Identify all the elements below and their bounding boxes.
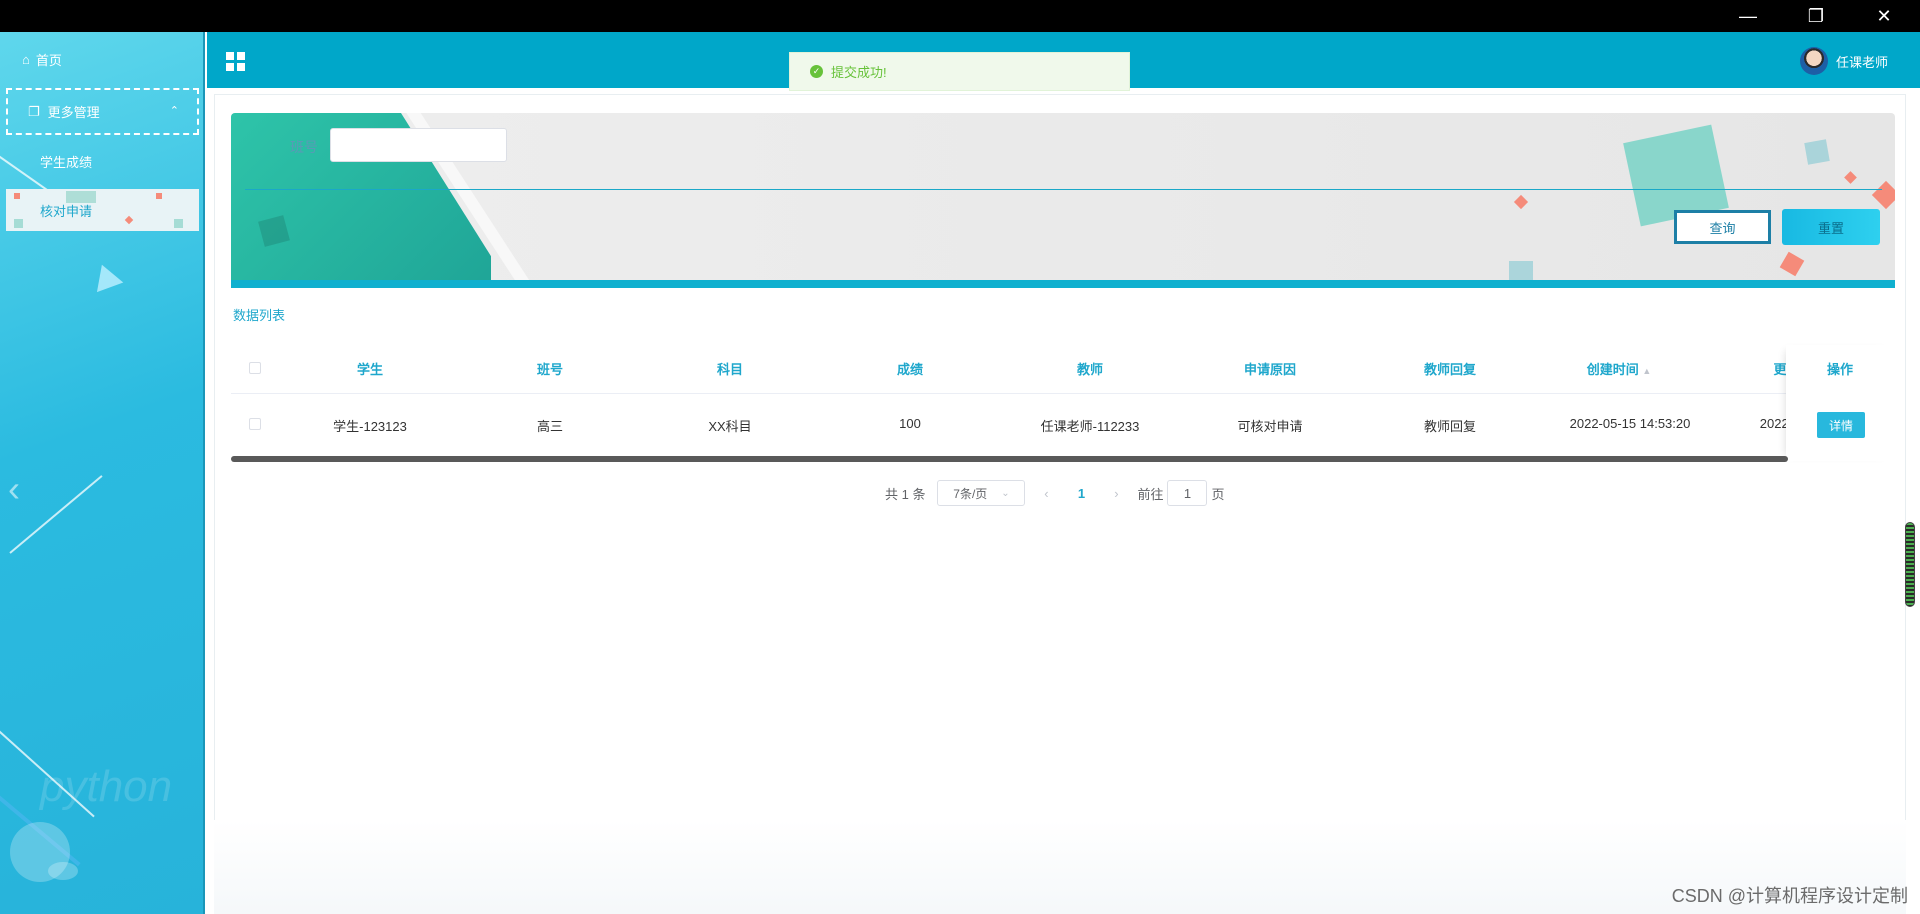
page-size-select[interactable]: 7条/页 ⌄ bbox=[937, 480, 1026, 506]
copy-icon: ❐ bbox=[28, 103, 40, 119]
query-button[interactable]: 查询 bbox=[1674, 210, 1771, 244]
sort-icon[interactable]: ▲ bbox=[1642, 366, 1651, 376]
column-header-student: 学生 bbox=[356, 362, 384, 377]
cell-teacher: 任课老师-112233 bbox=[1040, 419, 1140, 434]
window-titlebar: — ❐ ✕ bbox=[0, 0, 1920, 32]
data-table: 学生 班号 科目 成绩 教师 申请原因 教师回复 创建时间 ▲ 更 学生-123… bbox=[231, 345, 1895, 461]
check-circle-icon: ✓ bbox=[810, 65, 823, 78]
prev-page-icon[interactable]: ‹ bbox=[1037, 486, 1055, 501]
collapse-arrow-icon[interactable]: ‹ bbox=[8, 468, 20, 510]
row-checkbox[interactable] bbox=[249, 418, 261, 430]
reset-button[interactable]: 重置 bbox=[1782, 209, 1880, 245]
column-header-class: 班号 bbox=[536, 362, 564, 377]
goto-page-input[interactable]: 1 bbox=[1167, 480, 1208, 506]
csdn-watermark: CSDN @计算机程序设计定制 bbox=[1671, 886, 1908, 906]
goto-page: 前往 1 页 bbox=[1137, 480, 1225, 506]
user-name: 任课老师 bbox=[1836, 54, 1889, 70]
column-header-created[interactable]: 创建时间 ▲ bbox=[1587, 359, 1652, 378]
column-header-subject: 科目 bbox=[716, 362, 744, 377]
sidebar: ‹ python ⌂ 首页 ❐ 更多管理 ⌃ 学生成绩 核对申请 bbox=[0, 32, 205, 914]
class-number-input[interactable] bbox=[330, 128, 507, 162]
restore-icon[interactable]: ❐ bbox=[1786, 0, 1846, 32]
cell-reason: 可核对申请 bbox=[1237, 419, 1303, 434]
sidebar-item-scores[interactable]: 学生成绩 bbox=[40, 152, 92, 171]
apps-grid-icon[interactable] bbox=[226, 52, 245, 71]
data-list-title: 数据列表 bbox=[233, 308, 286, 323]
cell-subject: XX科目 bbox=[708, 419, 752, 434]
class-number-label: 班号 bbox=[290, 139, 318, 155]
total-count: 共 1 条 bbox=[885, 486, 926, 502]
column-header-score: 成绩 bbox=[896, 362, 924, 377]
column-header-teacher: 教师 bbox=[1076, 362, 1104, 377]
sidebar-watermark: python bbox=[40, 762, 173, 811]
avatar bbox=[1800, 47, 1828, 75]
nav-menu-group[interactable]: ❐ 更多管理 ⌃ bbox=[6, 88, 199, 135]
vertical-scrollbar[interactable] bbox=[1905, 522, 1915, 607]
minimize-icon[interactable]: — bbox=[1718, 0, 1778, 32]
column-header-updated: 更 bbox=[1773, 362, 1787, 377]
cell-student: 学生-123123 bbox=[333, 419, 407, 434]
chevron-down-icon: ⌄ bbox=[1001, 487, 1010, 499]
detail-button[interactable]: 详情 bbox=[1817, 412, 1865, 438]
user-menu[interactable]: 任课老师 bbox=[1800, 47, 1888, 75]
toast-message: 提交成功! bbox=[831, 65, 887, 80]
cell-reply: 教师回复 bbox=[1423, 419, 1477, 434]
chevron-up-icon: ⌃ bbox=[169, 105, 179, 117]
operation-column: 操作 bbox=[1786, 345, 1895, 461]
sidebar-item-label: 核对申请 bbox=[40, 203, 93, 219]
success-toast: ✓ 提交成功! bbox=[789, 52, 1130, 91]
close-icon[interactable]: ✕ bbox=[1854, 0, 1914, 32]
home-icon: ⌂ bbox=[22, 52, 30, 67]
column-header-reply: 教师回复 bbox=[1423, 362, 1477, 377]
cell-score: 100 bbox=[899, 416, 921, 431]
select-all-checkbox[interactable] bbox=[249, 362, 261, 374]
next-page-icon[interactable]: › bbox=[1107, 486, 1125, 501]
page-number[interactable]: 1 bbox=[1067, 486, 1095, 501]
column-header-action: 操作 bbox=[1826, 362, 1854, 377]
horizontal-scrollbar[interactable] bbox=[231, 456, 1788, 462]
nav-home[interactable]: ⌂ 首页 bbox=[22, 50, 62, 69]
cell-class: 高三 bbox=[536, 419, 564, 434]
sidebar-item-verify[interactable]: 核对申请 bbox=[6, 189, 199, 231]
column-header-reason: 申请原因 bbox=[1243, 362, 1297, 377]
pagination: 共 1 条 7条/页 ⌄ ‹ 1 › 前往 1 页 bbox=[885, 480, 1225, 506]
cell-created: 2022-05-15 14:53:20 bbox=[1569, 416, 1691, 431]
